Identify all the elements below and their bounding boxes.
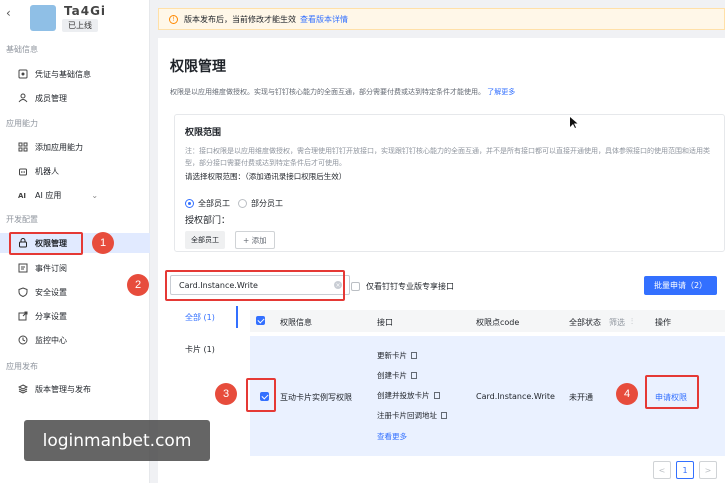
scope-radio-group: 全部员工 部分员工 [185, 198, 283, 209]
learn-more-link[interactable]: 了解更多 [487, 88, 515, 96]
radio-some-staff[interactable] [238, 199, 247, 208]
doc-icon [411, 372, 417, 379]
shield-icon [18, 287, 28, 297]
sidebar-item-ai-app[interactable]: AI AI 应用 ⌄ [0, 185, 150, 205]
page-description: 权限是以应用维度做授权。实现与钉钉核心能力的全面互通，部分需要付费或达到特定条件… [170, 88, 516, 96]
api-link[interactable]: 创建并投放卡片 [377, 390, 440, 401]
credential-icon [18, 69, 28, 79]
sidebar-item-version-release[interactable]: 版本管理与发布 [0, 379, 150, 399]
page-1-button[interactable]: 1 [676, 461, 694, 479]
notice-text: 版本发布后，当前修改才能生效 [184, 14, 296, 24]
release-notice-bar: ! 版本发布后，当前修改才能生效 查看版本详情 [158, 8, 725, 30]
mouse-cursor-icon [570, 117, 578, 128]
page-title: 权限管理 [170, 59, 226, 75]
select-all-checkbox[interactable] [256, 316, 265, 325]
share-icon [18, 311, 28, 321]
sidebar-item-event-subscription[interactable]: 事件订阅 [0, 258, 150, 278]
permission-scope-box: 权限范围 注：接口权限是以应用维度做授权，需合理使用钉钉开放接口，实现跟钉钉核心… [174, 114, 725, 252]
warning-icon: ! [169, 14, 178, 24]
radio-some-staff-label: 部分员工 [251, 199, 283, 208]
sidebar-item-share[interactable]: 分享设置 [0, 306, 150, 326]
chevron-down-icon: ⌄ [91, 190, 99, 200]
permission-panel: 权限管理 权限是以应用维度做授权。实现与钉钉核心能力的全面互通，部分需要付费或达… [158, 38, 725, 483]
step-marker-3: 3 [215, 383, 237, 405]
doc-icon [411, 352, 417, 359]
app-status-badge: 已上线 [62, 19, 98, 32]
doc-icon [433, 392, 440, 399]
pro-only-filter[interactable]: 仅看钉钉专业版专享接口 [351, 281, 454, 292]
user-icon [18, 93, 28, 103]
step-marker-1: 1 [92, 232, 114, 254]
next-page-button[interactable]: > [699, 461, 717, 479]
sidebar-item-members[interactable]: 成员管理 [0, 88, 150, 108]
sidebar-item-add-capability[interactable]: 添加应用能力 [0, 137, 150, 157]
sidebar-item-credentials[interactable]: 凭证与基础信息 [0, 64, 150, 84]
watermark: loginmanbet.com [24, 420, 210, 461]
scope-note: 注：接口权限是以应用维度做授权，需合理使用钉钉开放接口，实现跟钉钉核心能力的全面… [185, 147, 710, 167]
view-more-link[interactable]: 查看更多 [377, 431, 407, 442]
permission-status: 未开通 [569, 393, 593, 402]
highlight-box-search [165, 270, 345, 301]
dept-label: 授权部门： [185, 216, 231, 226]
radio-all-staff[interactable] [185, 199, 194, 208]
batch-apply-button[interactable]: 批量申请（2） [644, 276, 717, 295]
back-arrow-icon[interactable]: ‹ [6, 6, 11, 20]
col-header-api: 接口 [377, 318, 393, 327]
robot-icon [19, 168, 27, 176]
scope-choose-label: 请选择权限范围：（添加通讯录接口权限后生效） [185, 172, 347, 181]
radio-all-staff-label: 全部员工 [198, 199, 230, 208]
step-marker-4: 4 [616, 383, 638, 405]
api-link[interactable]: 创建卡片 [377, 370, 417, 381]
filter-icon[interactable]: ⫶ [631, 317, 633, 327]
col-header-code: 权限点code [476, 318, 520, 327]
dept-tag: 全部员工 [185, 231, 225, 249]
monitor-icon [18, 335, 28, 345]
permission-code: Card.Instance.Write [476, 392, 555, 401]
app-logo [30, 5, 56, 31]
section-title: 应用发布 [6, 362, 38, 371]
release-icon [18, 384, 28, 394]
scope-title: 权限范围 [185, 128, 222, 138]
sidebar-item-monitor[interactable]: 监控中心 [0, 330, 150, 350]
step-marker-2: 2 [127, 274, 149, 296]
tab-card[interactable]: 卡片 (1) [158, 338, 238, 360]
add-dept-button[interactable]: + 添加 [235, 231, 275, 249]
view-version-link[interactable]: 查看版本详情 [300, 14, 348, 25]
col-header-status: 全部状态 [569, 318, 601, 327]
api-link[interactable]: 注册卡片回调地址 [377, 410, 447, 421]
section-title: 基础信息 [6, 45, 38, 54]
status-filter[interactable]: 筛选 [609, 317, 625, 328]
table-header: 权限信息 接口 权限点code 全部状态 筛选 ⫶ 操作 [250, 310, 725, 332]
pro-only-checkbox[interactable] [351, 282, 360, 291]
section-title: 开发配置 [6, 215, 38, 224]
svg-text:AI: AI [18, 192, 26, 200]
col-header-action: 操作 [655, 318, 671, 327]
section-title: 应用能力 [6, 119, 38, 128]
ai-icon: AI [18, 192, 26, 200]
event-icon [18, 263, 28, 273]
highlight-box-apply [645, 375, 699, 409]
app-name: Ta4Gi [64, 4, 107, 18]
doc-icon [441, 412, 447, 419]
highlight-box-permissions [9, 232, 83, 255]
permission-name: 互动卡片实例写权限 [280, 393, 352, 402]
highlight-box-checkbox [246, 378, 276, 412]
col-header-info: 权限信息 [280, 318, 312, 327]
sidebar-item-robot[interactable]: 机器人 [0, 161, 150, 181]
tab-all[interactable]: 全部 (1) [158, 306, 238, 328]
api-link[interactable]: 更新卡片 [377, 350, 417, 361]
apps-icon [18, 142, 28, 152]
prev-page-button[interactable]: < [653, 461, 671, 479]
